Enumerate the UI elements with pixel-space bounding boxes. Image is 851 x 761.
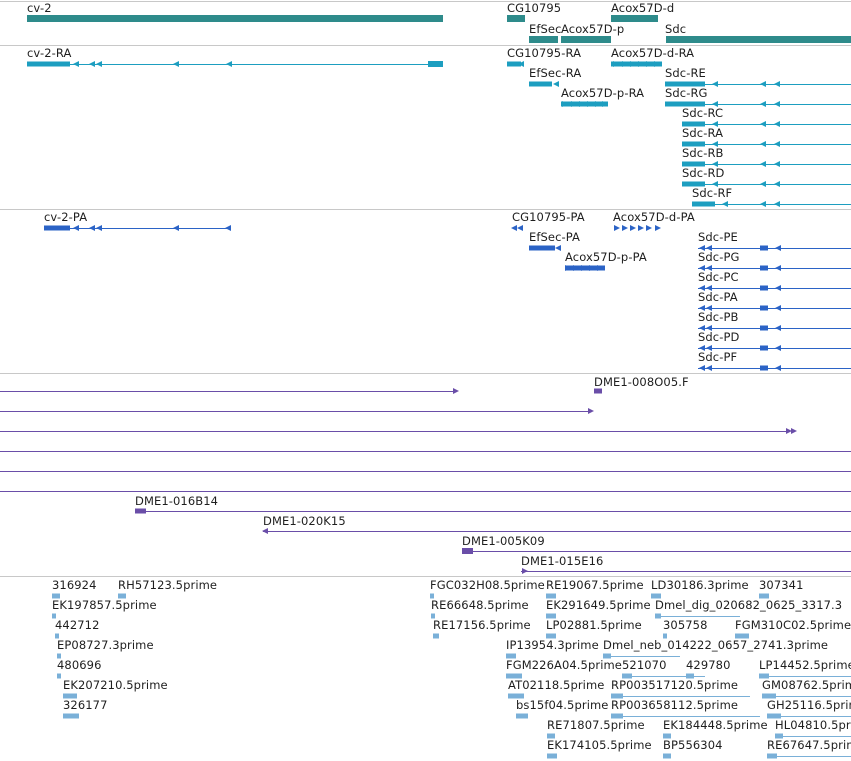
- gene-label: cv-2: [27, 1, 52, 15]
- protein-label: Acox57D-p-PA: [565, 250, 647, 264]
- protein-label: Sdc-PF: [698, 350, 738, 364]
- est-label: RE17156.5prime: [433, 618, 531, 632]
- transcript-label: Sdc-RC: [682, 106, 724, 120]
- protein-label: Sdc-PC: [698, 270, 739, 284]
- est-label: RE19067.5prime: [546, 578, 644, 592]
- gene-label: Acox57D-d: [611, 1, 675, 15]
- est-label: 326177: [63, 698, 108, 712]
- est-label: BP556304: [663, 738, 723, 752]
- est-label: 305758: [663, 618, 708, 632]
- transcript-label: Sdc-RD: [682, 166, 725, 180]
- transcript-label: Sdc-RE: [665, 66, 706, 80]
- genome-browser: cv-2 CG10795 Acox57D-d EfSec Acox57D-p Sdc cv-…: [0, 0, 851, 761]
- est-label: EP08727.3prime: [57, 638, 154, 652]
- est-label: bs15f04.5prime: [516, 698, 609, 712]
- est-label: 316924: [52, 578, 97, 592]
- est-label: Dmel_neb_014222_0657_2741.3prime: [603, 638, 829, 652]
- gene-label: Sdc: [665, 22, 687, 36]
- est-label: LP14452.5prime: [759, 658, 851, 672]
- clone-label: DME1-005K09: [462, 534, 545, 548]
- est-label: GH25116.5prime: [767, 698, 851, 712]
- clone-label: DME1-008O05.F: [594, 375, 689, 389]
- est-label: GM08762.5prime: [762, 678, 851, 692]
- est-label: RE67647.5prime: [767, 738, 851, 752]
- gene-label: Acox57D-p: [561, 22, 625, 36]
- est-label: RE66648.5prime: [431, 598, 529, 612]
- est-label: RP003658112.5prime: [611, 698, 739, 712]
- transcript-label: Sdc-RA: [682, 126, 724, 140]
- protein-label: Sdc-PE: [698, 230, 738, 244]
- transcript-label: Sdc-RG: [665, 86, 708, 100]
- transcript-label: cv-2-RA: [27, 46, 72, 60]
- protein-label: CG10795-PA: [512, 210, 585, 224]
- est-label: EK207210.5prime: [63, 678, 168, 692]
- est-label: LD30186.3prime: [651, 578, 749, 592]
- feature-labels: cv-2 CG10795 Acox57D-d EfSec Acox57D-p Sdc cv-…: [0, 0, 851, 761]
- gene-label: CG10795: [507, 1, 562, 15]
- est-label: EK184448.5prime: [663, 718, 768, 732]
- transcript-label: Acox57D-p-RA: [561, 86, 645, 100]
- est-label: FGM226A04.5prime: [506, 658, 622, 672]
- est-label: RP003517120.5prime: [611, 678, 739, 692]
- est-label: FGM310C02.5prime: [735, 618, 851, 632]
- est-label: EK197857.5prime: [52, 598, 157, 612]
- transcript-label: Acox57D-d-RA: [611, 46, 695, 60]
- clone-label: DME1-020K15: [263, 514, 346, 528]
- est-label: 442712: [55, 618, 100, 632]
- est-label: EK291649.5prime: [546, 598, 651, 612]
- est-label: FGC032H08.5prime: [430, 578, 545, 592]
- est-label: 480696: [57, 658, 102, 672]
- est-label: RH57123.5prime: [118, 578, 218, 592]
- est-label: 521070: [622, 658, 667, 672]
- est-label: RE71807.5prime: [547, 718, 645, 732]
- transcript-label: EfSec-RA: [529, 66, 582, 80]
- transcript-label: Sdc-RF: [692, 186, 733, 200]
- protein-label: cv-2-PA: [44, 210, 88, 224]
- transcript-label: Sdc-RB: [682, 146, 724, 160]
- clone-label: DME1-015E16: [521, 554, 604, 568]
- protein-label: Sdc-PD: [698, 330, 740, 344]
- protein-label: Sdc-PB: [698, 310, 739, 324]
- protein-label: Sdc-PG: [698, 250, 740, 264]
- est-label: Dmel_dig_020682_0625_3317.3: [655, 598, 843, 612]
- est-label: 429780: [686, 658, 731, 672]
- protein-label: Acox57D-d-PA: [613, 210, 695, 224]
- est-label: HL04810.5prime: [775, 718, 851, 732]
- clone-label: DME1-016B14: [135, 494, 219, 508]
- protein-label: Sdc-PA: [698, 290, 738, 304]
- est-label: LP02881.5prime: [546, 618, 642, 632]
- est-label: AT02118.5prime: [508, 678, 605, 692]
- transcript-label: CG10795-RA: [507, 46, 582, 60]
- est-label: EK174105.5prime: [547, 738, 652, 752]
- gene-label: EfSec: [529, 22, 562, 36]
- est-label: IP13954.3prime: [506, 638, 599, 652]
- est-label: 307341: [759, 578, 804, 592]
- protein-label: EfSec-PA: [529, 230, 581, 244]
